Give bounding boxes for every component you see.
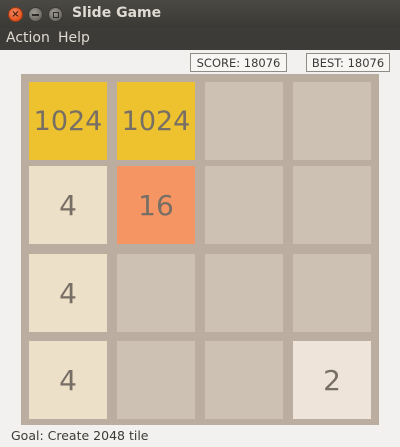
tile-r3-c3: 2 [293,341,371,419]
close-icon: × [11,8,20,20]
window-title: Slide Game [72,5,162,21]
tile-r2-c2 [205,254,283,332]
menu-help[interactable]: Help [58,30,90,46]
tile-r2-c1 [117,254,195,332]
maximize-window-button[interactable] [48,7,63,22]
tile-r3-c1 [117,341,195,419]
tile-r3-c2 [205,341,283,419]
tile-r1-c2 [205,166,283,244]
tile-r2-c3 [293,254,371,332]
minimize-icon [32,13,39,16]
menu-action[interactable]: Action [6,30,50,46]
window-titlebar: × Slide Game [0,0,400,28]
tile-r0-c1: 1024 [117,82,195,160]
tile-r0-c0: 1024 [29,82,107,160]
tile-r0-c2 [205,82,283,160]
tile-r1-c1: 16 [117,166,195,244]
maximize-icon [52,11,59,18]
tile-r3-c0: 4 [29,341,107,419]
game-board[interactable]: 1024 1024 4 16 4 4 2 [21,74,379,425]
tile-r1-c3 [293,166,371,244]
minimize-window-button[interactable] [28,7,43,22]
tile-r0-c3 [293,82,371,160]
best-score-display: BEST: 18076 [306,53,390,72]
close-window-button[interactable]: × [8,7,23,22]
status-goal-text: Goal: Create 2048 tile [11,428,149,443]
tile-r2-c0: 4 [29,254,107,332]
tile-r1-c0: 4 [29,166,107,244]
score-display: SCORE: 18076 [190,53,287,72]
menu-bar: Action Help [0,28,400,50]
